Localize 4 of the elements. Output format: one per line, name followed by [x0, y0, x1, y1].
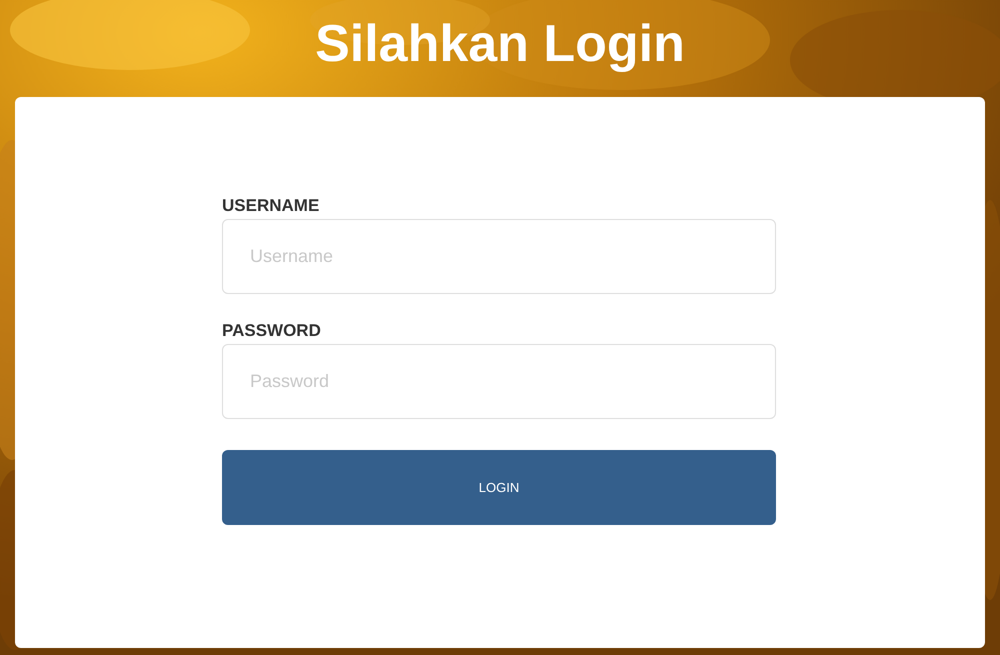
field-label: USERNAME	[222, 195, 320, 217]
login-button[interactable]: LOGIN	[222, 450, 776, 525]
field-label: PASSWORD	[222, 320, 322, 342]
page-title: Silahkan Login	[315, 18, 685, 75]
